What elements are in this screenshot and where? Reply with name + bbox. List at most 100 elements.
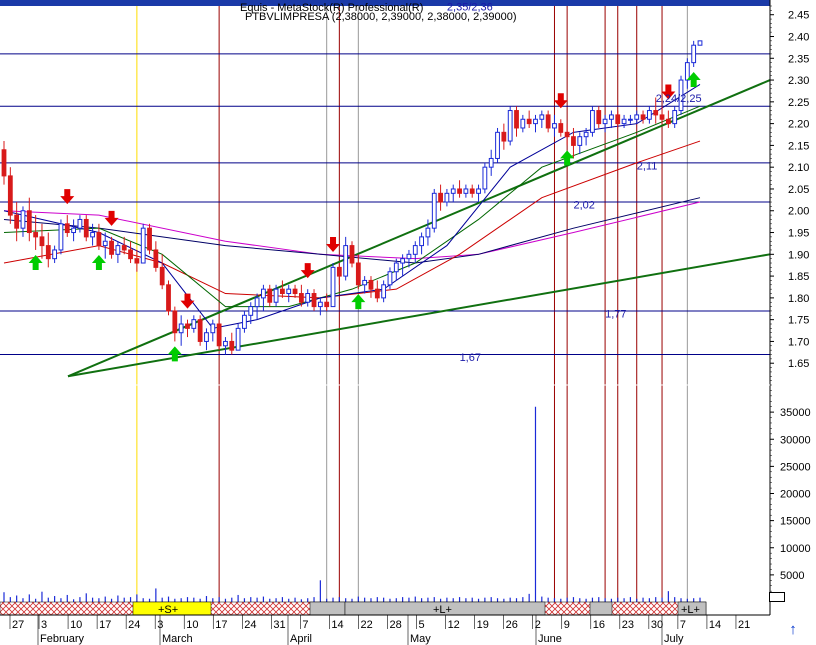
candle-body (121, 245, 127, 251)
candle-body (463, 188, 469, 194)
price-tick-label: 1.90 (788, 249, 809, 261)
date-tick-label: 7 (302, 619, 308, 631)
candle-body (653, 110, 659, 116)
price-tick-label: 2.35 (788, 53, 809, 65)
candle-body (552, 123, 557, 129)
date-tick-label: 24 (244, 619, 256, 631)
date-tick-label: 14 (709, 619, 721, 631)
candle-body (343, 245, 349, 277)
date-tick-label: 22 (360, 619, 372, 631)
candle-body (109, 240, 114, 255)
candle-body (400, 258, 406, 264)
candle-body (235, 327, 241, 351)
candle-body (564, 131, 570, 138)
price-tick-label: 2.10 (788, 162, 809, 174)
candle-body (621, 118, 627, 125)
candle-body (242, 314, 247, 329)
date-tick-label: 2 (535, 619, 541, 631)
candle-body (267, 288, 273, 303)
volume-tick-label: 5000 (780, 570, 804, 582)
candle-body (52, 249, 58, 260)
date-tick-label: 21 (738, 619, 750, 631)
candle-body (26, 210, 32, 234)
candle-body (134, 258, 140, 264)
candle-body (128, 249, 133, 260)
candle-body (583, 131, 589, 138)
candle-body (507, 110, 513, 142)
price-tick-label: 1.95 (788, 228, 809, 240)
volume-tick-label: 15000 (780, 516, 811, 528)
date-tick-label: 28 (390, 619, 402, 631)
candle-body (64, 223, 70, 234)
candle-body (229, 340, 235, 351)
candle-body (393, 262, 399, 273)
price-tick-label: 1.85 (788, 271, 809, 283)
date-tick-label: 26 (506, 619, 518, 631)
candle-body (292, 288, 298, 295)
candle-body (412, 245, 418, 255)
candle-body (438, 192, 443, 203)
month-label: July (664, 633, 684, 645)
candle-body (197, 319, 203, 342)
month-label: February (40, 633, 85, 645)
moving-averages-layer (3, 83, 701, 329)
month-label: May (410, 633, 431, 645)
support-resistance-layer (0, 53, 770, 356)
candle-body (697, 40, 703, 46)
candle-body (381, 284, 387, 299)
candle-body (77, 218, 83, 229)
candle-body (286, 288, 292, 295)
strip-long-segment (589, 601, 613, 616)
date-tick-label: 17 (215, 619, 227, 631)
candle-body (684, 62, 690, 81)
candle-body (558, 123, 564, 133)
price-tick-label: 2.25 (788, 97, 809, 109)
candle-body (609, 114, 614, 120)
candle-body (362, 279, 368, 286)
date-tick-label: 16 (593, 619, 605, 631)
signal-label: +S+ (158, 604, 178, 616)
price-tick-label: 2.45 (788, 10, 809, 22)
candle-body (355, 262, 361, 286)
candle-body (628, 118, 633, 121)
date-tick-label: 30 (651, 619, 663, 631)
price-tick-label: 2.05 (788, 184, 809, 196)
candle-body (115, 245, 121, 255)
candle-body (501, 131, 507, 142)
candle-body (691, 44, 697, 64)
candle-body (14, 214, 20, 229)
sell-arrow-icon (104, 210, 119, 226)
stock-chart: +S+ +L+ +L+ 2.45 2.40 2.35 2.30 2.25 2.20 2.15 2.… (0, 0, 811, 645)
price-tick-label: 2.40 (788, 31, 809, 43)
date-tick-label: 17 (99, 619, 111, 631)
candle-body (33, 232, 39, 238)
price-tick-label: 2.00 (788, 206, 809, 218)
moving-average-line (3, 105, 701, 308)
scroll-box[interactable] (769, 592, 785, 602)
scroll-up-arrow-icon[interactable]: ↑ (786, 622, 800, 638)
candle-body (317, 301, 323, 308)
buy-arrow-icon (351, 294, 366, 310)
candle-body (147, 227, 152, 251)
date-tick-label: 12 (448, 619, 460, 631)
candle-body (659, 114, 665, 120)
candle-body (39, 236, 45, 247)
candle-body (545, 114, 551, 129)
candle-body (185, 323, 190, 329)
sell-arrow-icon (180, 293, 195, 309)
candle-body (83, 218, 89, 238)
candle-body (640, 114, 646, 120)
candle-body (634, 114, 640, 120)
month-label: April (290, 633, 312, 645)
candle-body (261, 288, 266, 299)
candle-body (336, 266, 342, 277)
candle-body (419, 236, 424, 247)
candle-body (210, 323, 216, 334)
volume-layer (3, 406, 701, 602)
moving-average-line (3, 83, 701, 329)
candle-body (20, 210, 26, 229)
candle-body (311, 293, 317, 308)
price-tick-label: 2.20 (788, 119, 809, 131)
sell-arrow-icon (300, 263, 315, 279)
candle-body (450, 188, 456, 194)
